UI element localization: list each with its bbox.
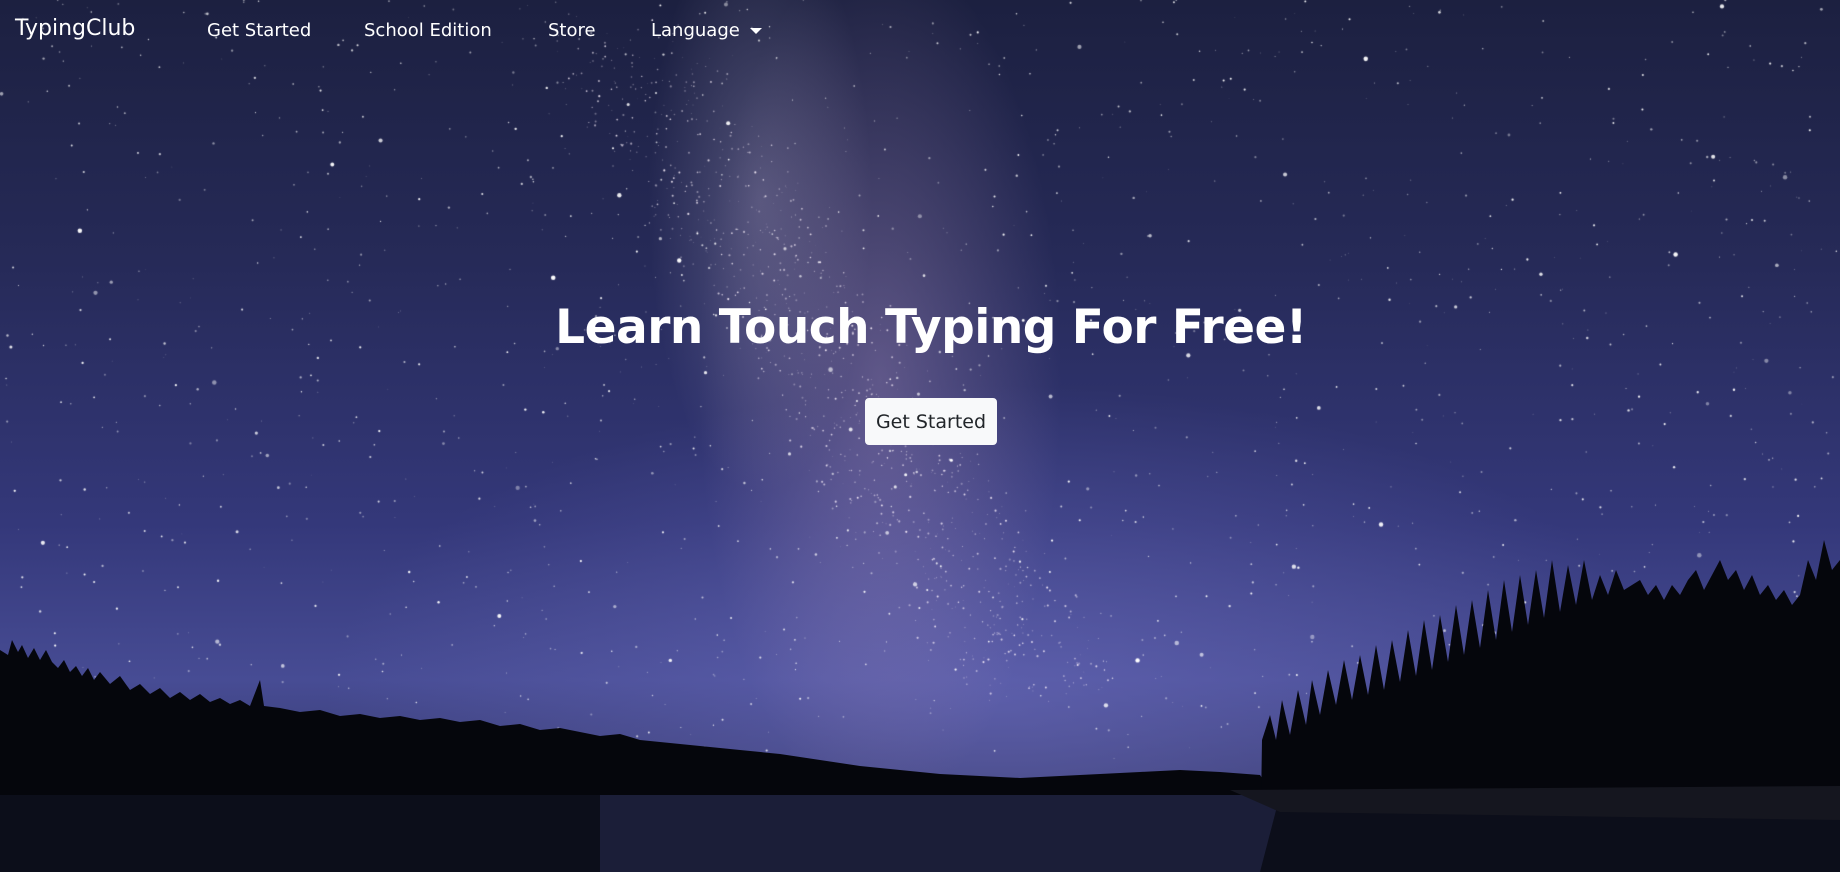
lake-reflection (600, 795, 1280, 872)
get-started-button[interactable]: Get Started (865, 398, 997, 445)
nav-store-link[interactable]: Store (548, 20, 596, 41)
nav-school-edition-link[interactable]: School Edition (364, 20, 492, 41)
nav-get-started-link[interactable]: Get Started (207, 20, 311, 41)
hero-headline: Learn Touch Typing For Free! (555, 300, 1307, 355)
hero-section: TypingClub Get Started School Edition St… (0, 0, 1840, 872)
nav-language-label: Language (651, 20, 740, 41)
top-navbar: TypingClub Get Started School Edition St… (0, 0, 1840, 62)
brand-logo-link[interactable]: TypingClub (15, 16, 135, 41)
caret-down-icon (749, 27, 762, 34)
nav-language-dropdown[interactable]: Language (651, 20, 762, 41)
